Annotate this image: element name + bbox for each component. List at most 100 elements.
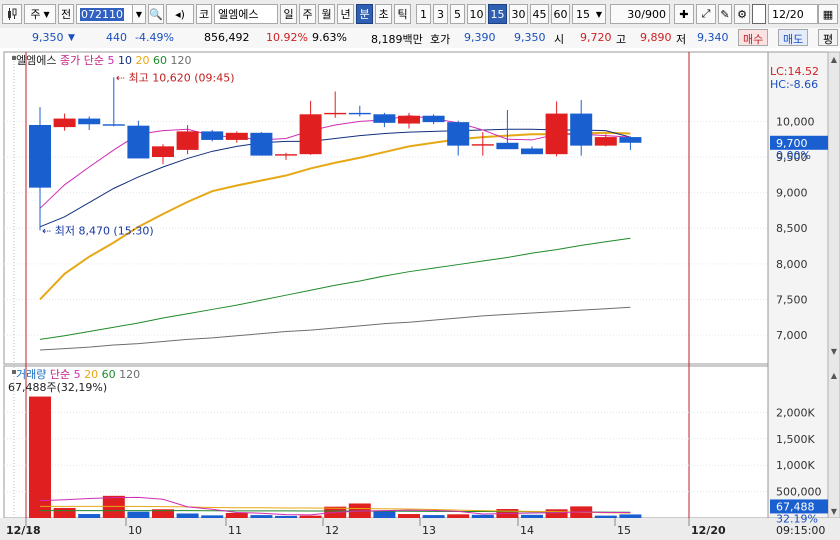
- vol-legend-ma-120: 120: [119, 368, 140, 381]
- volume-bar: [373, 511, 396, 518]
- volume-legend-prefix: 단순: [50, 368, 74, 381]
- candle-body: [422, 115, 445, 123]
- high-value: 9,890: [640, 31, 672, 44]
- volume-bar: [594, 515, 617, 518]
- interval-select-value: 15: [576, 7, 590, 21]
- volume-legend: 거래량 단순 5 20 60 120: [16, 368, 140, 381]
- price-change: 440: [106, 31, 127, 44]
- lc-label: LC:14.52: [770, 65, 819, 78]
- chart-tool-icon[interactable]: [2, 4, 22, 24]
- volume-bar: [78, 514, 101, 518]
- stock-name-field[interactable]: 엘엠에스: [214, 4, 278, 24]
- x-tick-label: 15: [617, 524, 631, 537]
- candle-body: [594, 137, 617, 146]
- hc-label: HC:-8.66: [770, 78, 818, 91]
- calendar-button[interactable]: ▦: [818, 4, 838, 24]
- volume-bar: [545, 509, 568, 518]
- candle-body: [127, 125, 150, 159]
- type-select[interactable]: 주 ▼: [24, 4, 56, 24]
- price-change-pct: -4.49%: [135, 31, 174, 44]
- candle-body: [299, 114, 322, 155]
- x-tick-label: 12: [325, 524, 339, 537]
- candle-body: [471, 144, 494, 146]
- interval-tab-30[interactable]: 30: [509, 4, 528, 24]
- x-tick-label: 14: [520, 524, 534, 537]
- code-dropdown-button[interactable]: ▼: [132, 4, 146, 24]
- period-tab-5[interactable]: 초: [375, 4, 392, 24]
- interval-tab-15[interactable]: 15: [488, 4, 507, 24]
- period-tab-6[interactable]: 틱: [394, 4, 411, 24]
- x-tick-label: 13: [422, 524, 436, 537]
- low-annotation: ⇠ 최저 8,470 (15:30): [42, 224, 154, 237]
- volume-bar: [102, 495, 125, 518]
- interval-tab-3[interactable]: 3: [433, 4, 448, 24]
- volume-bar: [29, 396, 51, 518]
- interval-tab-1[interactable]: 1: [416, 4, 431, 24]
- scroll-up-icon[interactable]: ▲: [831, 55, 838, 64]
- eraser-button[interactable]: ✎: [718, 4, 732, 24]
- date-field[interactable]: 12/20: [768, 4, 818, 24]
- ask2-value: 9,350: [514, 31, 546, 44]
- candle-body: [225, 132, 248, 140]
- gear-icon: ⚙: [737, 7, 747, 21]
- period-tab-3[interactable]: 년: [337, 4, 354, 24]
- vol-legend-ma-5: 5: [74, 368, 85, 381]
- scrollbar[interactable]: [827, 51, 840, 519]
- period-tab-4[interactable]: 분: [356, 4, 373, 24]
- settings-button[interactable]: ⚙: [734, 4, 750, 24]
- candle-body: [545, 113, 568, 155]
- candle-body: [250, 132, 273, 156]
- price-legend: 엘엠에스 종가 단순 5 10 20 60 120: [16, 54, 191, 67]
- period-tab-1[interactable]: 주: [299, 4, 316, 24]
- date-checkbox[interactable]: [752, 4, 766, 24]
- x-tick-label: 11: [228, 524, 242, 537]
- y-tick-label: 1,500K: [776, 433, 815, 446]
- x-tick-label: 12/18: [6, 524, 41, 537]
- speaker-icon: ◂): [175, 7, 185, 21]
- interval-tab-45[interactable]: 45: [530, 4, 549, 24]
- vol-legend-ma-60: 60: [102, 368, 120, 381]
- candle-body: [78, 118, 101, 125]
- candle-tool-icon: [8, 8, 17, 20]
- scroll-down-icon[interactable]: ▼: [831, 347, 838, 356]
- volume-bar: [127, 511, 150, 518]
- high-label: 고: [616, 33, 627, 46]
- speaker-button[interactable]: ◂): [166, 4, 194, 24]
- scroll-up-icon[interactable]: ▲: [831, 371, 838, 380]
- trade-amount: 8,189백만: [371, 33, 423, 46]
- candle-body: [152, 146, 174, 158]
- volume-title: 거래량: [16, 368, 50, 381]
- time-label: 09:15:00: [776, 524, 825, 537]
- search-button[interactable]: 🔍: [148, 4, 164, 24]
- period-tab-0[interactable]: 일: [280, 4, 297, 24]
- interval-tab-10[interactable]: 10: [467, 4, 486, 24]
- buy-button[interactable]: 매수: [738, 29, 769, 46]
- eval-button[interactable]: 평: [818, 29, 839, 46]
- volume-value-label: 67,488주(32,19%): [8, 381, 107, 394]
- quote-bar: 9,350 ▼ 440 -4.49% 856,492 10.92% 9.63% …: [0, 28, 840, 49]
- volume-panel-toggle-icon: [12, 370, 16, 374]
- calendar-icon: ▦: [822, 7, 834, 21]
- scroll-down-icon[interactable]: ▼: [831, 507, 838, 516]
- candle-body: [496, 142, 519, 150]
- x-tick-label: 10: [128, 524, 142, 537]
- stock-code-input[interactable]: 072110: [76, 4, 140, 24]
- candle-body: [275, 154, 297, 156]
- crosshair-icon: ✚: [679, 7, 689, 21]
- sell-button[interactable]: 매도: [778, 29, 809, 46]
- period-tab-2[interactable]: 월: [318, 4, 335, 24]
- crosshair-button[interactable]: ✚: [674, 4, 694, 24]
- ask-label: 호가: [430, 33, 451, 46]
- interval-tab-60[interactable]: 60: [551, 4, 570, 24]
- draw-tool-button[interactable]: ⤢: [696, 4, 716, 24]
- interval-select[interactable]: 15 ▼: [572, 4, 606, 24]
- down-arrow-icon: ▼: [68, 33, 75, 43]
- market-button[interactable]: 코: [196, 4, 212, 24]
- date-value: 12/20: [772, 7, 804, 21]
- interval-tab-5[interactable]: 5: [450, 4, 465, 24]
- candle-body: [447, 122, 470, 146]
- chevron-down-icon: ▼: [595, 9, 602, 19]
- volume-value: 856,492: [204, 31, 250, 44]
- count-field[interactable]: 30/900: [610, 4, 670, 24]
- prev-button[interactable]: 전: [58, 4, 74, 24]
